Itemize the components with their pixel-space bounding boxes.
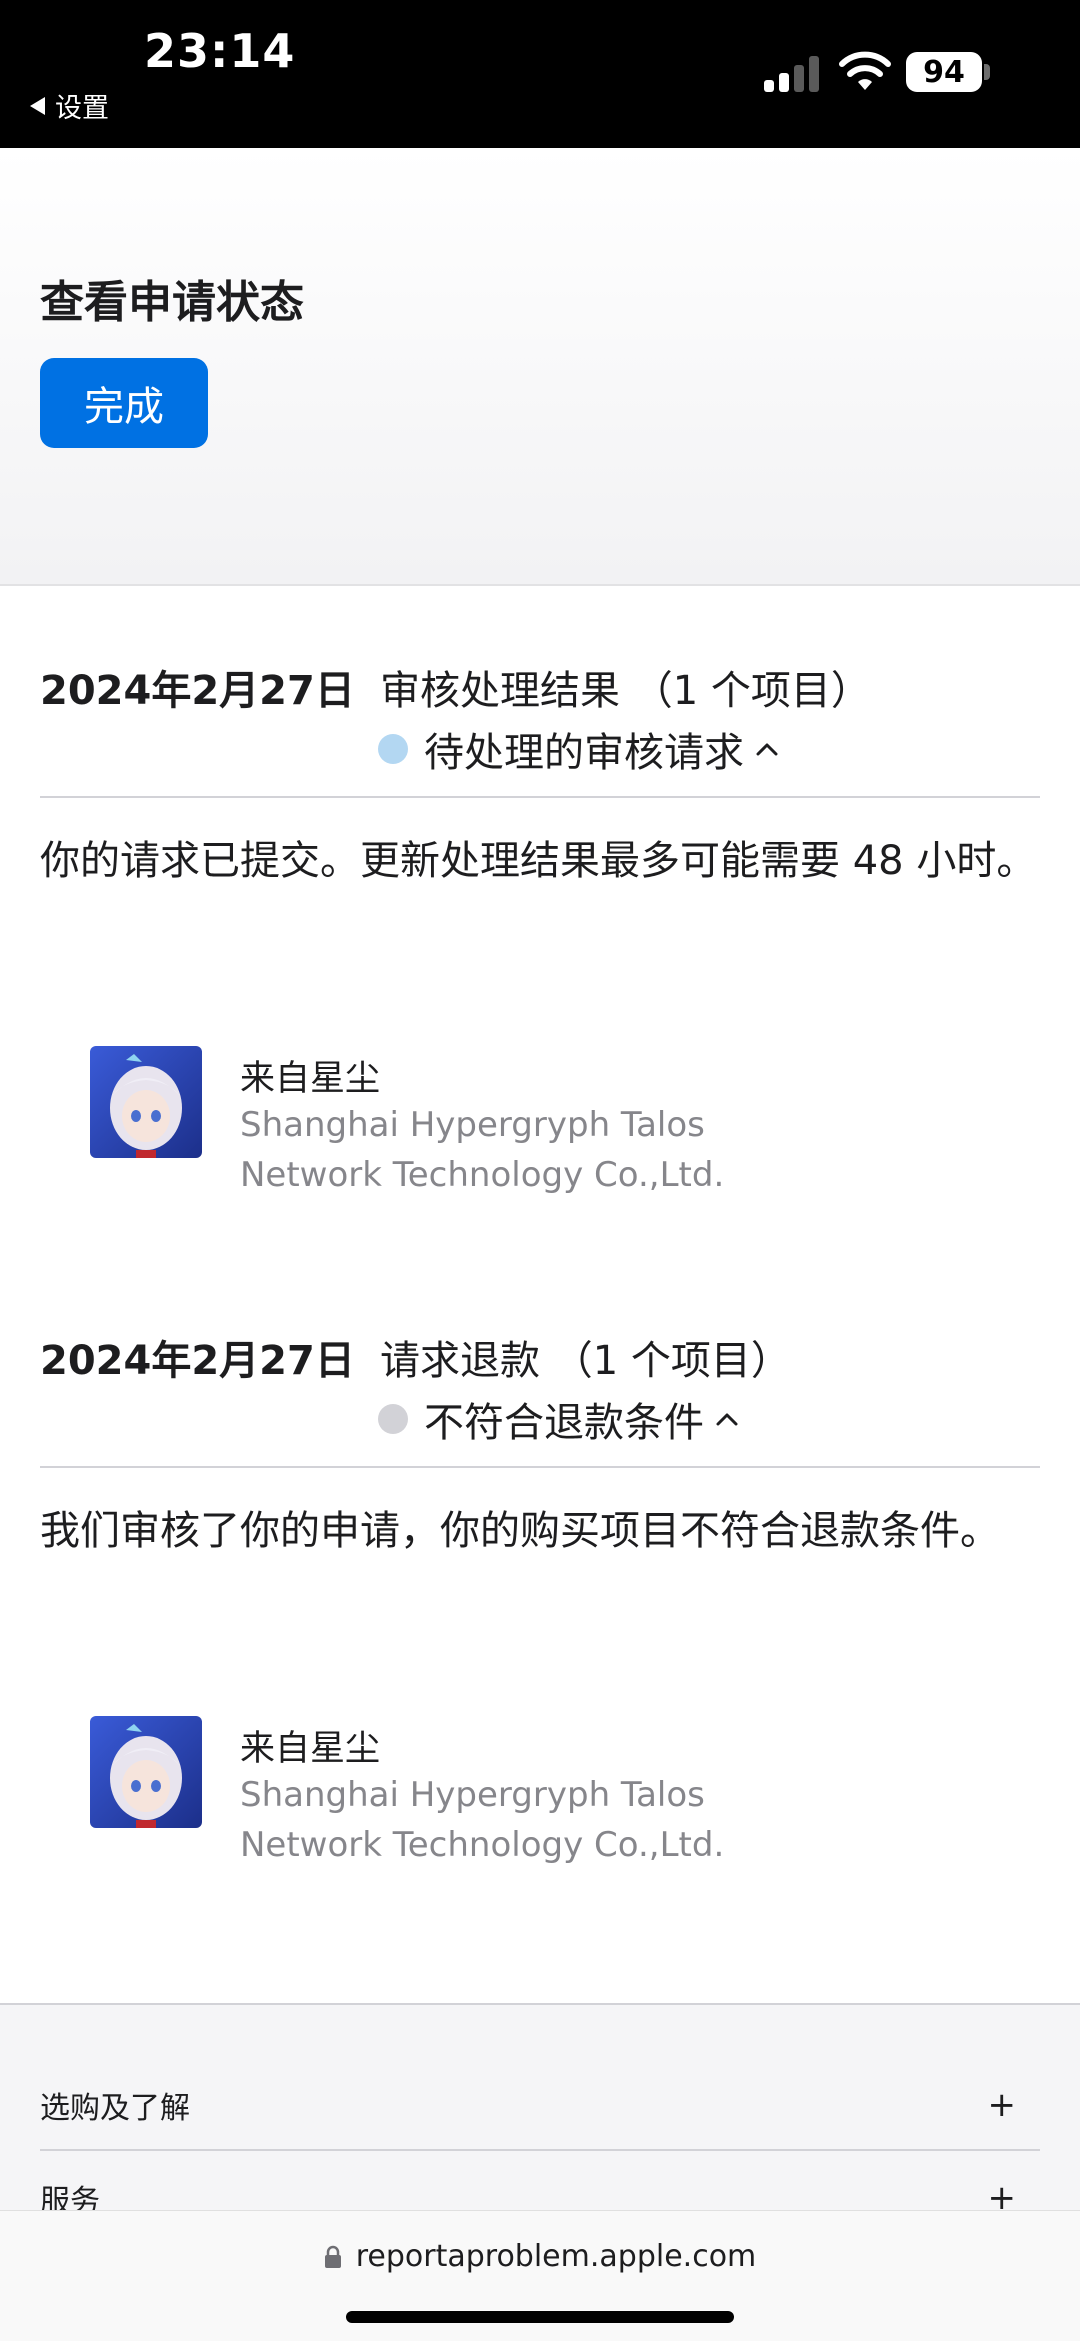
done-button[interactable]: 完成 <box>40 358 208 448</box>
status-dot-icon <box>378 734 408 764</box>
cellular-signal-icon <box>764 54 822 92</box>
page-header: 查看申请状态 完成 <box>0 148 1080 586</box>
footer-item-label: 选购及了解 <box>40 2091 190 2126</box>
request-card: 2024年2月27日 审核处理结果 （1 个项目） 待处理的审核请求 你的请求已… <box>40 658 1040 1258</box>
app-icon <box>90 1046 202 1158</box>
browser-address-bar[interactable]: reportaproblem.apple.com <box>0 2210 1080 2341</box>
url-text: reportaproblem.apple.com <box>355 2239 757 2274</box>
app-item[interactable]: 来自星尘 Shanghai Hypergryph Talos Network T… <box>90 1046 990 1206</box>
page-title: 查看申请状态 <box>40 277 304 328</box>
footer-item-shop-and-learn[interactable]: 选购及了解 + <box>40 2060 1040 2150</box>
app-item[interactable]: 来自星尘 Shanghai Hypergryph Talos Network T… <box>90 1716 990 1876</box>
divider <box>40 796 1040 798</box>
back-label: 设置 <box>55 93 109 124</box>
request-message: 你的请求已提交。更新处理结果最多可能需要 48 小时。 <box>40 838 1037 884</box>
back-to-settings-link[interactable]: 设置 <box>30 86 109 125</box>
url-field[interactable]: reportaproblem.apple.com <box>0 2239 1080 2274</box>
wifi-icon <box>839 51 891 90</box>
app-name: 来自星尘 <box>240 1059 381 1099</box>
lock-icon <box>324 2245 341 2268</box>
divider <box>40 1466 1040 1468</box>
request-type: 审核处理结果 （1 个项目） <box>380 668 871 714</box>
app-developer: Shanghai Hypergryph Talos Network Techno… <box>240 1775 725 1865</box>
divider <box>40 2149 1040 2151</box>
battery-level: 94 <box>923 54 965 90</box>
request-message: 我们审核了你的申请，你的购买项目不符合退款条件。 <box>40 1508 1000 1554</box>
battery-cap <box>984 64 990 80</box>
app-icon <box>90 1716 202 1828</box>
request-card: 2024年2月27日 请求退款 （1 个项目） 不符合退款条件 我们审核了你的申… <box>40 1328 1040 1928</box>
request-date: 2024年2月27日 <box>40 668 355 714</box>
chevron-up-icon <box>756 743 778 756</box>
home-indicator[interactable] <box>346 2311 734 2323</box>
request-status-toggle[interactable]: 不符合退款条件 <box>378 1390 740 1448</box>
request-date: 2024年2月27日 <box>40 1338 355 1384</box>
request-status-toggle[interactable]: 待处理的审核请求 <box>378 720 780 778</box>
chevron-up-icon <box>716 1413 738 1426</box>
app-name: 来自星尘 <box>240 1729 381 1769</box>
request-status-label: 待处理的审核请求 <box>424 730 744 776</box>
request-status-label: 不符合退款条件 <box>424 1400 704 1446</box>
status-time: 23:14 <box>144 24 296 78</box>
plus-icon: + <box>987 2085 1017 2125</box>
status-bar: 23:14 设置 94 <box>0 0 1080 148</box>
back-arrow-icon <box>30 96 45 115</box>
app-developer: Shanghai Hypergryph Talos Network Techno… <box>240 1105 725 1195</box>
request-type: 请求退款 （1 个项目） <box>380 1338 791 1384</box>
status-dot-icon <box>378 1404 408 1434</box>
battery-icon: 94 <box>906 52 982 92</box>
